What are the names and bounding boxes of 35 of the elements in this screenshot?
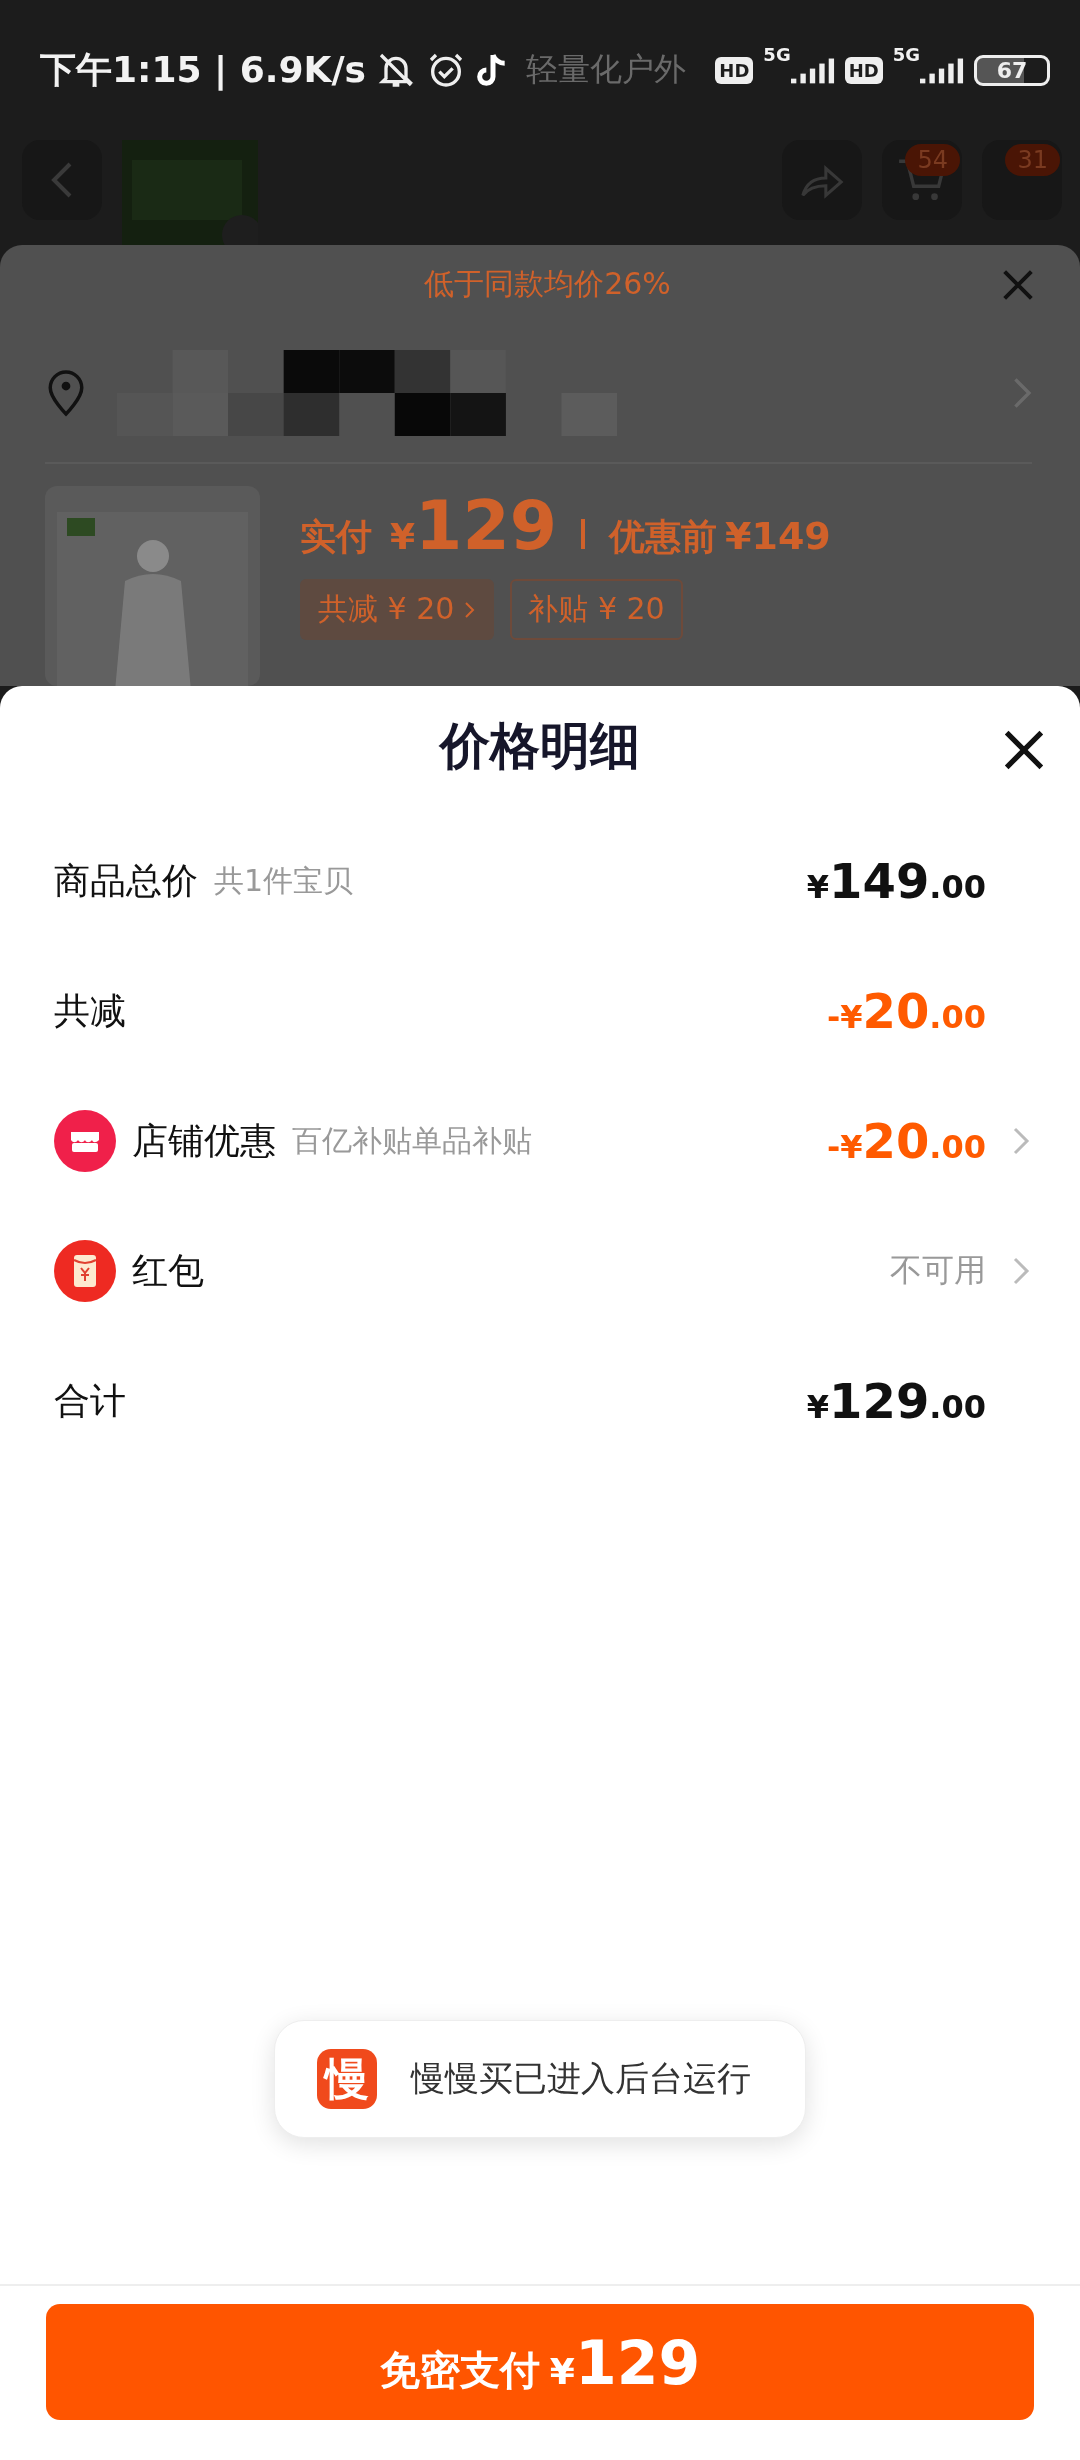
amount: ¥129.00 [806,1373,986,1429]
hd-badge: HD [844,56,883,84]
chevron-right-icon [1011,376,1032,411]
paid-price: ¥129 [390,486,557,565]
amount: -¥20.00 [826,1113,986,1169]
toast-message: 慢慢买已进入后台运行 [411,2057,751,2100]
amount: ¥149.00 [806,853,986,909]
amount: -¥20.00 [826,983,986,1039]
pay-button[interactable]: 免密支付 ¥129 [46,2304,1034,2420]
row-status: 不可用 [890,1250,986,1291]
network-label: 5G [892,44,920,65]
discount-tag[interactable]: 补贴 ¥ 20 [510,579,683,640]
page-title: 轻量化户外 [526,49,686,90]
shop-icon [54,1110,116,1172]
share-button[interactable] [782,140,862,220]
row-label: 商品总价 [54,858,198,903]
original-price: ¥149 [725,514,831,558]
network-label: 5G [763,44,791,65]
row-note: 百亿补贴单品补贴 [292,1121,532,1160]
row-label: 共减 [54,988,126,1033]
back-button[interactable] [22,140,102,220]
discount-tag[interactable]: 共减 ¥ 20 [300,579,495,640]
row-note: 共1件宝贝 [214,861,354,900]
app-icon: 慢 [317,2049,377,2109]
hd-badge: HD [715,56,754,84]
battery-indicator: 67 [974,54,1050,86]
row-label: 红包 [132,1248,204,1293]
row-label: 合计 [54,1378,126,1423]
original-price-label: 优惠前 [609,515,717,559]
status-time: 下午1:15 | 6.9K/s [40,47,366,93]
envelope-icon [54,1240,116,1302]
sheet-title: 价格明细 [440,715,640,777]
row-label: 店铺优惠 [132,1118,276,1163]
price-comparison-text: 低于同款均价26% [424,265,671,304]
paid-label: 实付 [300,515,372,559]
